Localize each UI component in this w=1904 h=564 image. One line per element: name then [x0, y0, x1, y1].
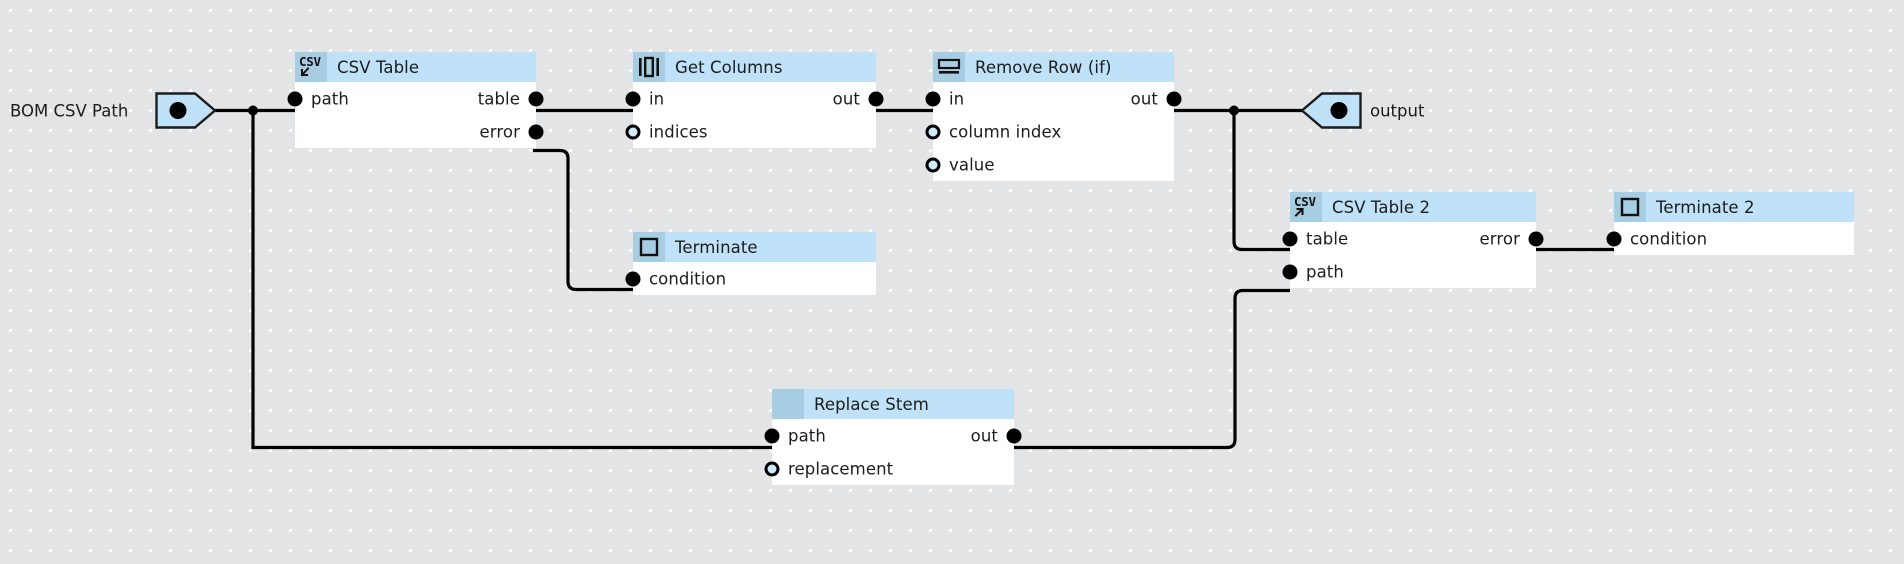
- port-label-get-columns-in: in: [649, 89, 665, 108]
- port-label-remove-row-if-in: in: [949, 89, 965, 108]
- port-row-get-columns-in-out: in out: [625, 82, 884, 115]
- node-replace-stem[interactable]: Replace Stem path out replacement: [764, 389, 1022, 485]
- port-label-remove-row-if-value: value: [949, 155, 995, 174]
- input-terminal-label: BOM CSV Path: [10, 101, 129, 120]
- node-terminate[interactable]: Terminate condition: [625, 232, 876, 295]
- port-label-csv-table-2-table: table: [1306, 229, 1349, 248]
- port-row-terminate-condition: condition: [625, 262, 876, 295]
- port-label-csv-table-2-error: error: [1479, 229, 1520, 248]
- node-get-columns[interactable]: Get Columns in out indices: [625, 52, 884, 148]
- port-row-replace-stem-replacement: replacement: [764, 452, 1014, 485]
- node-csv-table-2-body: table error path: [1282, 222, 1544, 288]
- port-label-csv-table-table: table: [477, 89, 520, 108]
- svg-text:CSV: CSV: [299, 54, 321, 69]
- node-replace-stem-body: path out replacement: [764, 419, 1022, 485]
- port-remove-row-if-in-value[interactable]: [925, 157, 941, 172]
- port-get-columns-in-indices[interactable]: [625, 124, 641, 139]
- port-row-csv-table-2-table-error: table error: [1282, 222, 1544, 255]
- port-csv-table-out-table[interactable]: [528, 91, 544, 106]
- node-remove-row-if-body: in out column index value: [925, 82, 1182, 181]
- stop-square-icon: [633, 232, 665, 262]
- port-terminate-2-in-condition[interactable]: [1606, 231, 1622, 246]
- port-label-replace-stem-path: path: [788, 426, 826, 445]
- wire-junction-input: [248, 105, 258, 116]
- port-terminate-in-condition[interactable]: [625, 271, 641, 286]
- output-terminal[interactable]: [1300, 92, 1362, 129]
- port-get-columns-out-out[interactable]: [868, 91, 884, 106]
- input-pin-icon: [155, 92, 217, 129]
- port-row-csv-table-error: error: [295, 115, 544, 148]
- port-csv-table-out-error[interactable]: [528, 124, 544, 139]
- wire-csv-table-error-to-terminate: [533, 148, 633, 292]
- node-csv-table-2[interactable]: CSV CSV Table 2 table error path: [1282, 192, 1544, 288]
- rows-icon: [933, 52, 965, 82]
- output-pin-icon: [1300, 92, 1362, 129]
- columns-icon: [633, 52, 665, 82]
- port-label-remove-row-if-column-index: column index: [949, 122, 1062, 141]
- port-row-remove-row-column-index: column index: [925, 115, 1174, 148]
- node-graph-canvas[interactable]: BOM CSV Path output CSV CSV Table path t…: [0, 0, 1904, 564]
- input-terminal[interactable]: [155, 92, 217, 129]
- port-csv-table-in-path[interactable]: [287, 91, 303, 106]
- port-label-csv-table-error: error: [479, 122, 520, 141]
- node-terminate-2-header[interactable]: Terminate 2: [1614, 192, 1854, 222]
- node-remove-row-if-title: Remove Row (if): [975, 57, 1112, 77]
- node-terminate-2[interactable]: Terminate 2 condition: [1606, 192, 1854, 255]
- port-label-remove-row-if-out: out: [1130, 89, 1158, 108]
- port-csv-table-2-out-error[interactable]: [1528, 231, 1544, 246]
- wire-replace-stem-to-csv-table-2-path: [1014, 288, 1290, 450]
- port-replace-stem-in-path[interactable]: [764, 428, 780, 443]
- blank-icon: [772, 389, 804, 419]
- port-label-csv-table-path: path: [311, 89, 349, 108]
- svg-text:CSV: CSV: [1294, 194, 1316, 209]
- node-terminate-title: Terminate: [675, 237, 758, 257]
- node-replace-stem-header[interactable]: Replace Stem: [772, 389, 1014, 419]
- node-terminate-2-title: Terminate 2: [1656, 197, 1755, 217]
- node-csv-table-body: path table error: [287, 82, 544, 148]
- node-csv-table-2-title: CSV Table 2: [1332, 197, 1431, 217]
- wire-remove-row-branch-to-csv-table-2: [1232, 110, 1290, 252]
- output-terminal-label: output: [1370, 101, 1425, 120]
- csv-export-icon: CSV: [1290, 192, 1322, 222]
- port-csv-table-2-in-table[interactable]: [1282, 231, 1298, 246]
- node-terminate-header[interactable]: Terminate: [633, 232, 876, 262]
- node-csv-table-header[interactable]: CSV CSV Table: [295, 52, 536, 82]
- node-csv-table-2-header[interactable]: CSV CSV Table 2: [1290, 192, 1536, 222]
- node-get-columns-title: Get Columns: [675, 57, 783, 77]
- node-remove-row-if-header[interactable]: Remove Row (if): [933, 52, 1174, 82]
- port-label-replace-stem-out: out: [970, 426, 998, 445]
- node-terminate-2-body: condition: [1606, 222, 1854, 255]
- stop-square-icon: [1614, 192, 1646, 222]
- node-get-columns-header[interactable]: Get Columns: [633, 52, 876, 82]
- port-remove-row-if-in-column-index[interactable]: [925, 124, 941, 139]
- port-row-get-columns-indices: indices: [625, 115, 876, 148]
- port-replace-stem-out-out[interactable]: [1006, 428, 1022, 443]
- port-row-remove-row-in-out: in out: [925, 82, 1182, 115]
- node-remove-row-if[interactable]: Remove Row (if) in out column index valu…: [925, 52, 1182, 181]
- port-label-csv-table-2-path: path: [1306, 262, 1344, 281]
- port-row-csv-table-2-path: path: [1282, 255, 1536, 288]
- port-label-replace-stem-replacement: replacement: [788, 459, 894, 478]
- port-row-remove-row-value: value: [925, 148, 1174, 181]
- node-terminate-body: condition: [625, 262, 876, 295]
- port-row-replace-stem-path-out: path out: [764, 419, 1022, 452]
- port-label-get-columns-indices: indices: [649, 122, 708, 141]
- port-replace-stem-in-replacement[interactable]: [764, 461, 780, 476]
- wire-junction-remove-row-out: [1229, 105, 1239, 116]
- port-remove-row-if-out-out[interactable]: [1166, 91, 1182, 106]
- port-label-get-columns-out: out: [832, 89, 860, 108]
- node-replace-stem-title: Replace Stem: [814, 394, 929, 414]
- node-csv-table-title: CSV Table: [337, 57, 420, 77]
- port-csv-table-2-in-path[interactable]: [1282, 264, 1298, 279]
- port-get-columns-in-in[interactable]: [625, 91, 641, 106]
- csv-import-icon: CSV: [295, 52, 327, 82]
- port-row-terminate-2-condition: condition: [1606, 222, 1854, 255]
- node-get-columns-body: in out indices: [625, 82, 884, 148]
- port-label-terminate-condition: condition: [649, 269, 727, 288]
- port-row-csv-table-path-table: path table: [287, 82, 544, 115]
- node-csv-table[interactable]: CSV CSV Table path table error: [287, 52, 544, 148]
- port-remove-row-if-in-in[interactable]: [925, 91, 941, 106]
- port-label-terminate-2-condition: condition: [1630, 229, 1708, 248]
